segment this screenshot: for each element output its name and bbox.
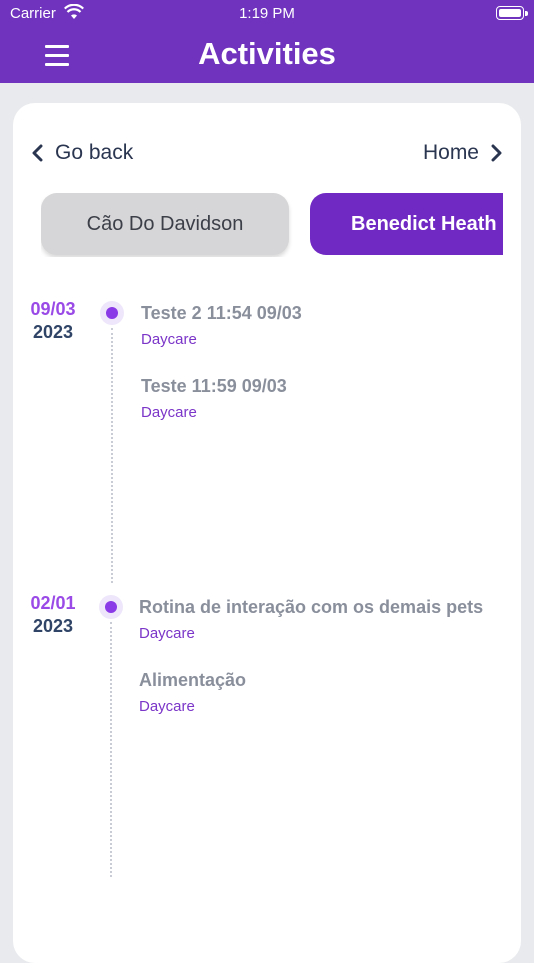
timeline-line — [111, 328, 113, 583]
page-title: Activities — [198, 36, 336, 71]
content-card: Go back Home Cão Do Davidson Benedict He… — [13, 103, 521, 963]
timeline-line — [110, 622, 112, 877]
activity-item[interactable]: Rotina de interação com os demais pets D… — [139, 597, 483, 642]
go-back-label: Go back — [55, 141, 134, 164]
activity-title: Teste 2 11:54 09/03 — [141, 303, 302, 323]
pet-tab-benedict-heath[interactable]: Benedict Heath — [310, 193, 503, 255]
chevron-left-icon — [32, 144, 43, 162]
activity-category: Daycare — [141, 331, 197, 348]
battery-icon — [496, 6, 528, 20]
activity-title: Alimentação — [139, 670, 247, 690]
activity-item[interactable]: Teste 2 11:54 09/03 Daycare — [141, 303, 302, 348]
timeline-date: 02/01 2023 — [21, 593, 85, 637]
date-year: 2023 — [32, 616, 74, 636]
activity-title: Rotina de interação com os demais pets — [139, 597, 484, 617]
activity-category: Daycare — [139, 698, 195, 715]
date-year: 2023 — [32, 322, 74, 342]
home-button[interactable]: Home — [423, 141, 503, 165]
timeline-dot — [100, 301, 124, 325]
go-back-button[interactable]: Go back — [31, 141, 133, 165]
timeline-dot — [99, 595, 123, 619]
activity-item[interactable]: Teste 11:59 09/03 Daycare — [141, 376, 287, 421]
date-day: 09/03 — [30, 299, 76, 319]
pet-selector[interactable]: Cão Do Davidson Benedict Heath — [41, 193, 503, 257]
activity-category: Daycare — [141, 404, 197, 421]
pet-tab-cao-do-davidson[interactable]: Cão Do Davidson — [41, 193, 289, 255]
chevron-right-icon — [491, 144, 502, 162]
activity-title: Teste 11:59 09/03 — [141, 376, 287, 396]
timeline-date: 09/03 2023 — [21, 299, 85, 343]
clock: 1:19 PM — [239, 5, 295, 22]
status-bar: Carrier 1:19 PM — [0, 0, 534, 28]
activity-item[interactable]: Alimentação Daycare — [139, 670, 246, 715]
date-day: 02/01 — [30, 593, 76, 613]
activity-category: Daycare — [139, 625, 195, 642]
app-header: Carrier 1:19 PM Activities — [0, 0, 534, 83]
home-label: Home — [422, 141, 479, 164]
